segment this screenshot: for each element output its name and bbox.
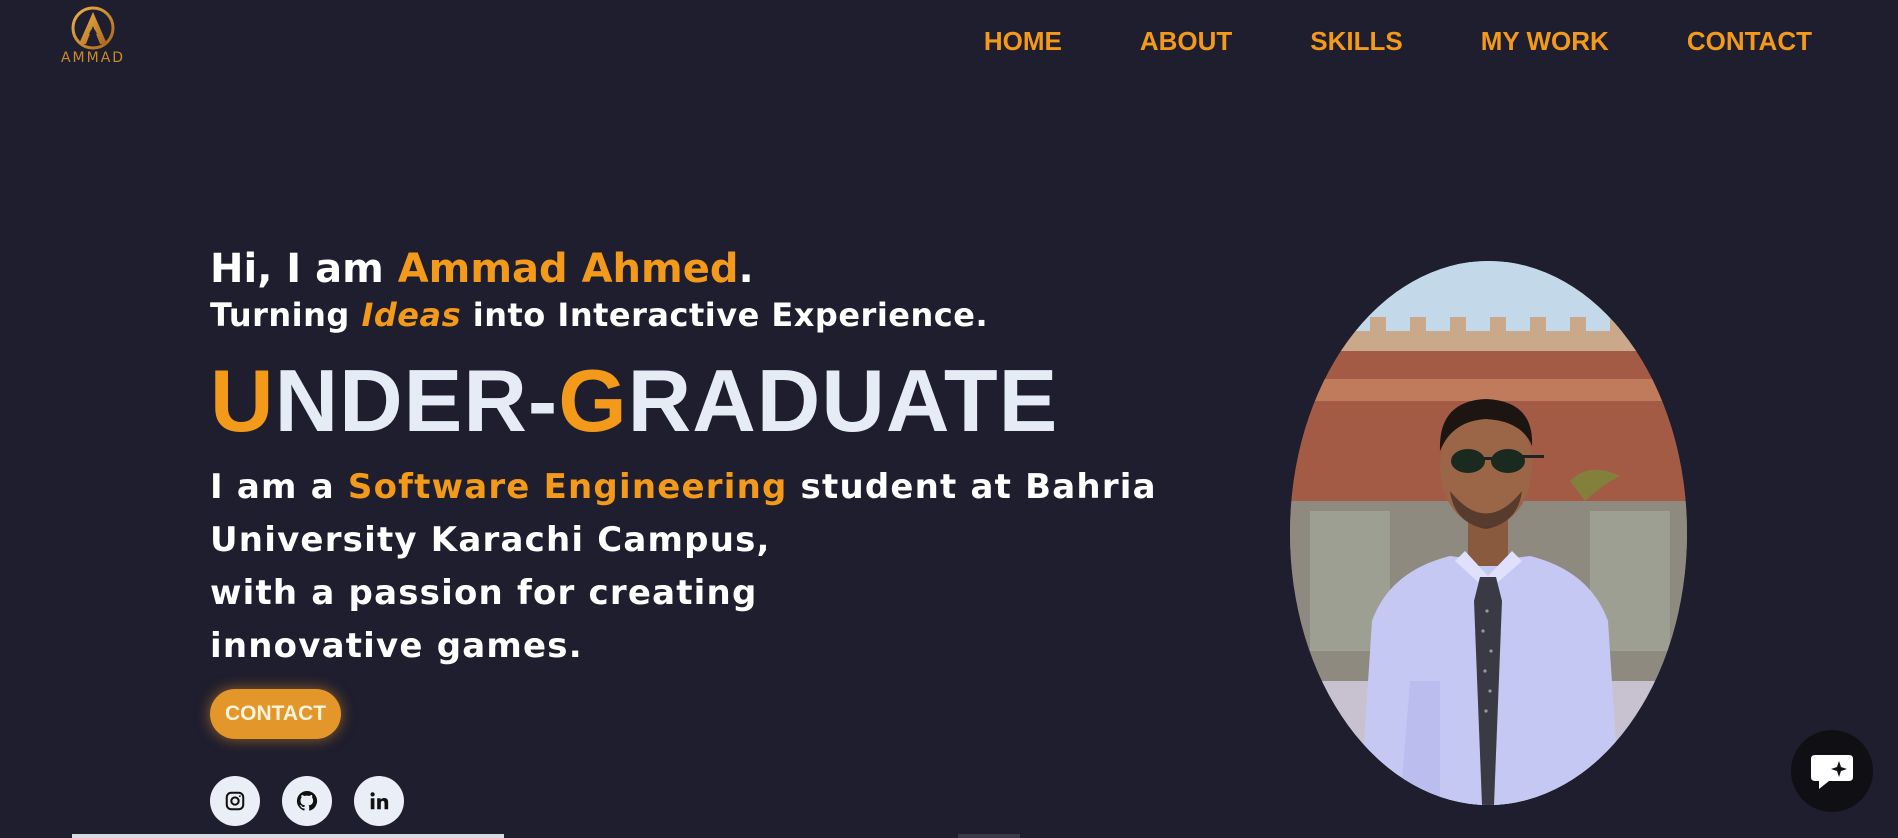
profile-photo-illustration: [1290, 261, 1687, 805]
nav-home[interactable]: HOME: [984, 26, 1062, 57]
tagline-accent: Ideas: [361, 296, 462, 334]
nav-contact[interactable]: CONTACT: [1687, 26, 1812, 57]
portfolio-page: AMMAD HOME ABOUT SKILLS MY WORK CONTACT …: [0, 0, 1898, 838]
instagram-link[interactable]: [210, 776, 260, 826]
profile-photo: [1290, 261, 1687, 805]
description-line-4: innovative games.: [210, 626, 583, 666]
social-links: [210, 776, 404, 826]
nav-my-work[interactable]: MY WORK: [1481, 26, 1609, 57]
desc-line1-suffix: student at Bahria: [787, 467, 1157, 507]
description-line-1: I am a Software Engineering student at B…: [210, 461, 1156, 514]
logo-mark-icon: [71, 6, 115, 50]
main-nav: HOME ABOUT SKILLS MY WORK CONTACT: [906, 26, 1812, 57]
chat-sparkle-icon: [1811, 755, 1853, 789]
github-icon: [296, 790, 318, 811]
contact-button[interactable]: CONTACT: [210, 689, 342, 739]
description-line-2: University Karachi Campus,: [210, 520, 771, 560]
role-title-letter-u: U: [210, 351, 275, 450]
chat-widget-button[interactable]: [1791, 730, 1873, 812]
scroll-indicator: [72, 834, 504, 838]
nav-about[interactable]: ABOUT: [1140, 26, 1232, 57]
greeting-heading: Hi, I am Ammad Ahmed.: [210, 243, 1110, 295]
linkedin-link[interactable]: [354, 776, 404, 826]
role-title-letter-g: G: [558, 351, 628, 450]
greeting-prefix: Hi, I am: [210, 246, 398, 292]
tagline: Turning Ideas into Interactive Experienc…: [210, 295, 1110, 335]
linkedin-icon: [370, 792, 389, 810]
instagram-icon: [225, 791, 245, 811]
description-line-3: with a passion for creating: [210, 573, 758, 613]
logo-text: AMMAD: [60, 50, 126, 66]
brand-logo[interactable]: AMMAD: [48, 4, 138, 72]
hero-name: Ammad Ahmed: [397, 246, 739, 292]
desc-line1-prefix: I am a: [210, 467, 348, 507]
github-link[interactable]: [282, 776, 332, 826]
bottom-divider: [958, 834, 1020, 838]
role-title: UNDER-GRADUATE: [210, 357, 1110, 445]
role-title-part-a: NDER-: [274, 351, 559, 450]
nav-skills[interactable]: SKILLS: [1310, 26, 1402, 57]
tagline-prefix: Turning: [210, 296, 362, 334]
hero-section: Hi, I am Ammad Ahmed. Turning Ideas into…: [210, 243, 1156, 739]
tagline-suffix: into Interactive Experience.: [461, 296, 989, 334]
greeting-suffix: .: [738, 246, 754, 292]
desc-line1-accent: Software Engineering: [347, 467, 788, 507]
role-title-part-b: RADUATE: [627, 351, 1059, 450]
hero-description: I am a Software Engineering student at B…: [210, 461, 1156, 673]
